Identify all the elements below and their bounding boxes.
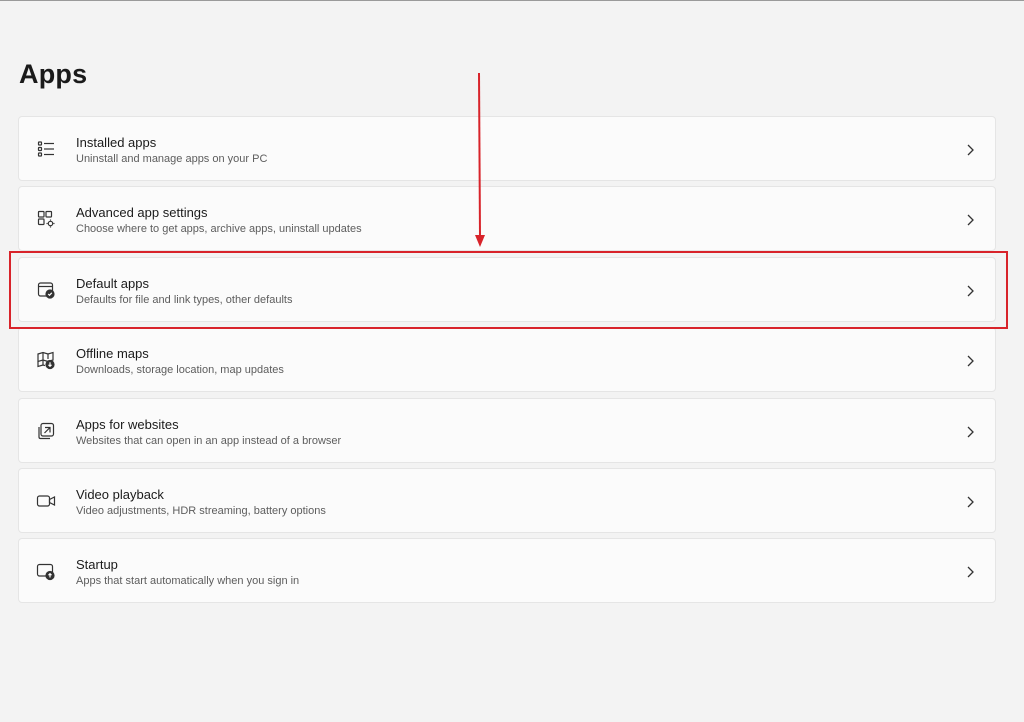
row-title: Startup	[76, 557, 118, 573]
row-subtitle: Uninstall and manage apps on your PC	[76, 153, 268, 165]
chevron-right-icon	[965, 143, 975, 157]
chevron-right-icon	[965, 425, 975, 439]
video-playback-row[interactable]: Video playback Video adjustments, HDR st…	[18, 467, 996, 533]
row-subtitle: Downloads, storage location, map updates	[76, 364, 284, 377]
installed-apps-row[interactable]: Installed apps Uninstall and manage apps…	[18, 116, 996, 181]
default-apps-row[interactable]: Default apps Defaults for file and link …	[18, 256, 996, 322]
startup-icon	[36, 561, 56, 581]
open-in-app-icon	[36, 421, 56, 441]
apps-for-websites-row[interactable]: Apps for websites Websites that can open…	[18, 397, 996, 463]
chevron-right-icon	[965, 354, 975, 368]
chevron-right-icon	[965, 565, 975, 579]
startup-row[interactable]: Startup Apps that start automatically wh…	[18, 538, 996, 604]
row-title: Apps for websites	[76, 416, 179, 432]
row-subtitle: Websites that can open in an app instead…	[76, 434, 342, 447]
row-title: Video playback	[76, 486, 164, 502]
row-title: Default apps	[76, 275, 149, 291]
advanced-app-settings-row[interactable]: Advanced app settings Choose where to ge…	[18, 186, 996, 252]
list-icon	[36, 139, 56, 159]
row-subtitle: Defaults for file and link types, other …	[76, 293, 293, 306]
chevron-right-icon	[965, 495, 975, 509]
page-title: Apps	[19, 59, 88, 89]
row-subtitle: Choose where to get apps, archive apps, …	[76, 223, 362, 236]
row-subtitle: Video adjustments, HDR streaming, batter…	[76, 504, 326, 517]
row-title: Advanced app settings	[76, 205, 208, 221]
default-apps-icon	[36, 280, 56, 300]
row-subtitle: Apps that start automatically when you s…	[76, 575, 300, 588]
offline-map-icon	[36, 350, 56, 370]
offline-maps-row[interactable]: Offline maps Downloads, storage location…	[18, 327, 996, 393]
app-settings-icon	[36, 209, 56, 229]
row-title: Installed apps	[76, 135, 157, 150]
chevron-right-icon	[965, 213, 975, 227]
row-title: Offline maps	[76, 346, 149, 362]
settings-list: Installed apps Uninstall and manage apps…	[18, 116, 996, 609]
video-camera-icon	[36, 491, 56, 511]
chevron-right-icon	[965, 284, 975, 298]
